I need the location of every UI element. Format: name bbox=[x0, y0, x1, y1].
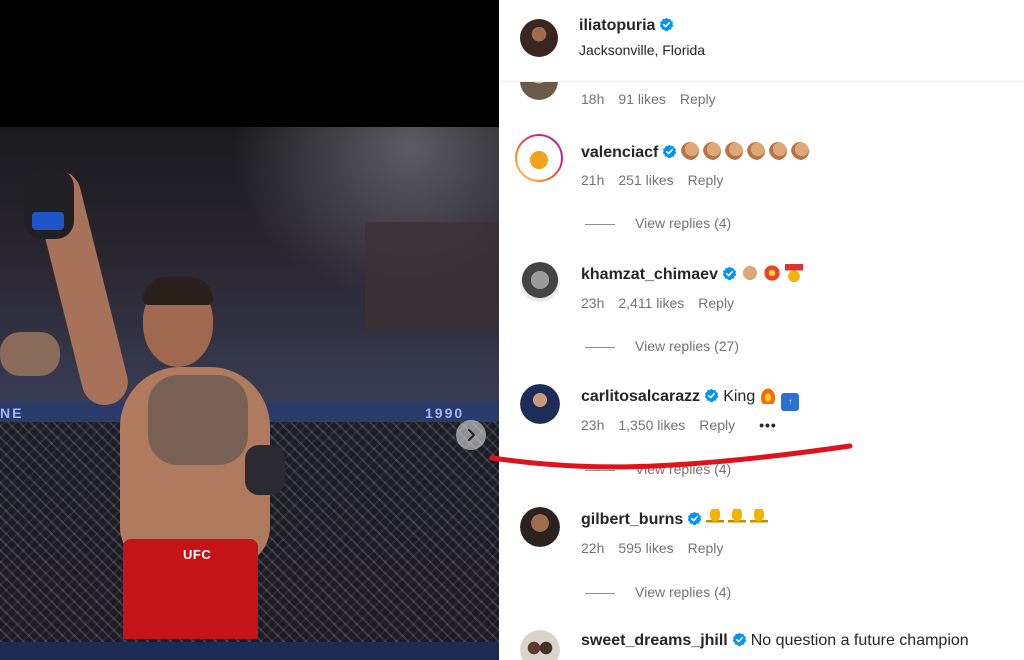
reply-button[interactable]: Reply bbox=[688, 540, 724, 556]
arena-screen bbox=[365, 222, 499, 332]
replies-divider bbox=[585, 592, 615, 594]
fighter-chest-tattoo bbox=[148, 375, 248, 465]
referee-arm bbox=[0, 332, 60, 376]
post-location[interactable]: Jacksonville, Florida bbox=[579, 42, 705, 58]
top-arrow-icon: ↑ bbox=[781, 393, 800, 411]
verified-badge-icon bbox=[663, 144, 677, 159]
comment-time: 22h bbox=[581, 540, 605, 556]
comment-time: 23h bbox=[581, 417, 605, 433]
post-photo: NE 1990 UFC bbox=[0, 127, 499, 660]
comment-time: 21h bbox=[581, 172, 605, 188]
avatar[interactable] bbox=[520, 262, 560, 302]
comment-meta: 23h 1,350 likes Reply ••• bbox=[581, 417, 791, 433]
reply-button[interactable]: Reply bbox=[699, 417, 735, 433]
fire-icon bbox=[759, 386, 778, 404]
view-replies-button[interactable]: View replies (4) bbox=[585, 215, 731, 231]
comments-panel: iliatopuria Jacksonville, Florida 18h 91 … bbox=[499, 0, 1024, 660]
comment-time: 23h bbox=[581, 295, 605, 311]
comment-likes[interactable]: 1,350 likes bbox=[618, 417, 685, 433]
trophy-icon bbox=[750, 509, 769, 527]
verified-badge-icon bbox=[660, 17, 674, 32]
comment-text: No question a future champion bbox=[750, 632, 969, 649]
more-options-button[interactable]: ••• bbox=[759, 417, 777, 433]
reply-button[interactable]: Reply bbox=[698, 295, 734, 311]
flexed-biceps-icon bbox=[703, 142, 722, 160]
trophy-icon bbox=[706, 509, 725, 527]
cage-text-left: NE bbox=[0, 405, 24, 421]
flexed-biceps-icon bbox=[725, 142, 744, 160]
chevron-right-icon bbox=[468, 429, 475, 441]
verified-badge-icon bbox=[704, 388, 719, 403]
fighter-hair bbox=[143, 277, 213, 305]
comment-meta: 21h 251 likes Reply bbox=[581, 172, 737, 188]
replies-divider bbox=[585, 346, 615, 348]
avatar[interactable] bbox=[520, 19, 558, 57]
comment-username[interactable]: sweet_dreams_jhill bbox=[581, 632, 728, 649]
comment-username[interactable]: gilbert_burns bbox=[581, 511, 683, 528]
reply-button[interactable]: Reply bbox=[688, 172, 724, 188]
shorts-logo: UFC bbox=[183, 547, 212, 562]
flexed-biceps-icon bbox=[681, 142, 700, 160]
replies-divider bbox=[585, 469, 615, 471]
avatar[interactable] bbox=[515, 134, 563, 182]
lower-glove bbox=[245, 445, 285, 495]
avatar[interactable] bbox=[520, 384, 560, 424]
collision-icon bbox=[762, 264, 781, 282]
comment-time: 18h bbox=[581, 91, 605, 107]
flexed-biceps-icon bbox=[769, 142, 788, 160]
cage-text-right: 1990 bbox=[425, 405, 465, 421]
reply-button[interactable]: Reply bbox=[680, 91, 716, 107]
comment-likes[interactable]: 91 likes bbox=[618, 91, 665, 107]
comment-meta: 23h 2,411 likes Reply bbox=[581, 295, 748, 311]
comment-likes[interactable]: 2,411 likes bbox=[618, 295, 684, 311]
post-username[interactable]: iliatopuria bbox=[579, 17, 655, 34]
flexed-biceps-icon bbox=[747, 142, 766, 160]
view-replies-button[interactable]: View replies (27) bbox=[585, 338, 739, 354]
medal-icon bbox=[784, 264, 803, 282]
comment-username[interactable]: valenciacf bbox=[581, 144, 658, 161]
comment-text: King bbox=[723, 388, 756, 405]
comment-meta: 18h 91 likes Reply bbox=[581, 91, 730, 107]
comment-meta: 22h 595 likes Reply bbox=[581, 540, 737, 556]
verified-badge-icon bbox=[687, 511, 702, 526]
view-replies-button[interactable]: View replies (4) bbox=[585, 461, 731, 477]
next-media-button[interactable] bbox=[456, 420, 486, 450]
verified-badge-icon bbox=[722, 266, 737, 281]
post-media: NE 1990 UFC bbox=[0, 0, 499, 660]
octagon-mat bbox=[0, 642, 499, 660]
view-replies-button[interactable]: View replies (4) bbox=[585, 584, 731, 600]
comment-likes[interactable]: 251 likes bbox=[618, 172, 673, 188]
verified-badge-icon bbox=[732, 632, 746, 647]
avatar[interactable] bbox=[520, 507, 560, 547]
glove-band bbox=[32, 212, 64, 230]
comment-username[interactable]: khamzat_chimaev bbox=[581, 266, 718, 283]
comment-likes[interactable]: 595 likes bbox=[618, 540, 673, 556]
comment-username[interactable]: carlitosalcarazz bbox=[581, 388, 700, 405]
trophy-icon bbox=[728, 509, 747, 527]
fist-icon bbox=[740, 264, 759, 282]
flexed-biceps-icon bbox=[791, 142, 810, 160]
replies-divider bbox=[585, 223, 615, 225]
post-header: iliatopuria Jacksonville, Florida bbox=[499, 0, 1024, 82]
avatar[interactable] bbox=[520, 630, 560, 660]
